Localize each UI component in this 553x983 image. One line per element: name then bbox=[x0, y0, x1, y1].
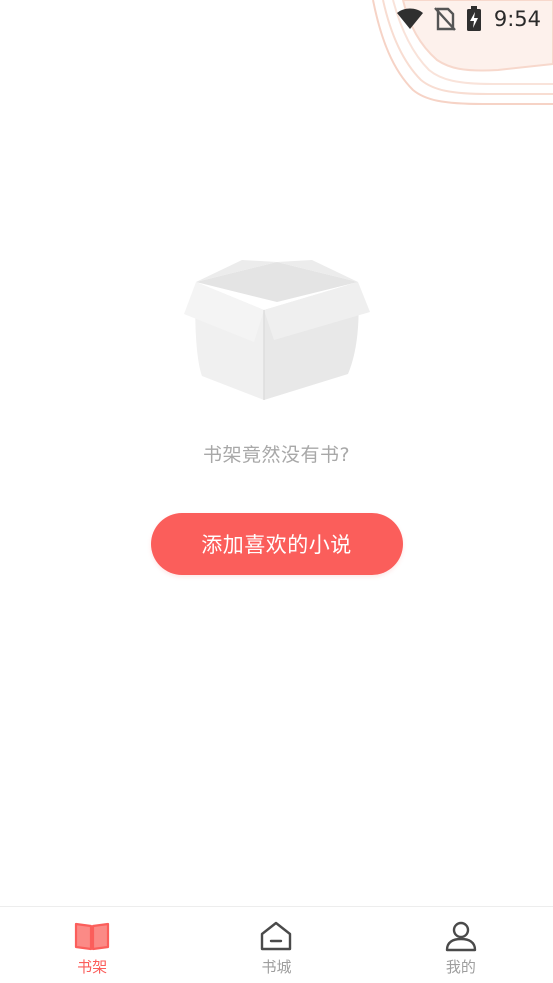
user-icon bbox=[443, 919, 479, 953]
no-sim-icon bbox=[433, 7, 456, 31]
tab-bookshelf[interactable]: 书架 bbox=[0, 907, 184, 983]
home-icon bbox=[258, 919, 294, 953]
battery-charging-icon bbox=[466, 6, 481, 31]
tab-bookstore[interactable]: 书城 bbox=[184, 907, 368, 983]
add-favorite-novels-button[interactable]: 添加喜欢的小说 bbox=[150, 513, 403, 575]
wifi-icon bbox=[396, 8, 423, 29]
empty-message: 书架竟然没有书? bbox=[202, 444, 351, 466]
tab-label: 书城 bbox=[261, 958, 292, 976]
empty-box-icon bbox=[183, 260, 370, 400]
open-book-icon bbox=[74, 919, 110, 953]
empty-bookshelf-state: 书架竟然没有书? 添加喜欢的小说 bbox=[0, 250, 553, 575]
tab-label: 书架 bbox=[77, 958, 108, 976]
status-icons: 9:54 bbox=[396, 6, 541, 32]
status-time: 9:54 bbox=[493, 7, 541, 31]
tab-label: 我的 bbox=[445, 958, 476, 976]
tab-mine[interactable]: 我的 bbox=[369, 907, 553, 983]
status-bar: 9:54 bbox=[0, 0, 553, 105]
bottom-tab-bar: 书架 书城 我的 bbox=[0, 906, 553, 983]
